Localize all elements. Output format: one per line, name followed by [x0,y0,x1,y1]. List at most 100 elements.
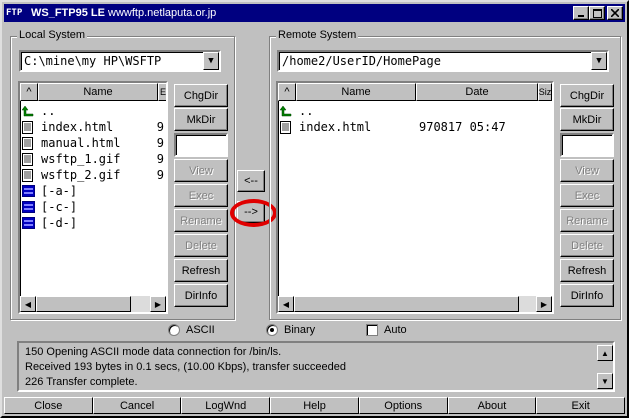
auto-mode-checkbox[interactable]: Auto [366,324,407,336]
local-hscroll-thumb[interactable] [36,296,131,312]
log-line: Received 193 bytes in 0.1 secs, (10.00 K… [25,361,347,373]
cancel-button[interactable]: Cancel [92,397,182,414]
local-delete-button[interactable]: Delete [174,234,228,257]
close-button[interactable]: Close [4,397,93,414]
local-hscroll[interactable]: ◀ ▶ [20,296,166,312]
local-col-size[interactable]: Ε [158,83,166,101]
local-path-combo[interactable]: C:\mine\my HP\WSFTP ▼ [19,50,221,72]
bottom-toolbar: Close Cancel LogWnd Help Options About E… [4,397,626,415]
local-refresh-button[interactable]: Refresh [174,259,228,282]
local-file-list[interactable]: ^ Name Ε .. index.html 9 manual.html 9 wsftp_… [18,81,168,314]
list-item[interactable]: wsftp_2.gif 9 [22,167,164,183]
remote-path-combo[interactable]: /home2/UserID/HomePage ▼ [277,50,609,72]
remote-rename-button[interactable]: Rename [560,209,614,232]
scroll-up-icon[interactable]: ▲ [597,345,613,361]
remote-path-value: /home2/UserID/HomePage [282,54,441,68]
file-icon [22,136,35,150]
log-line: 226 Transfer complete. [25,376,138,388]
list-item[interactable]: manual.html 9 [22,135,164,151]
up-folder-icon [21,105,35,118]
remote-col-sort[interactable]: ^ [278,83,296,101]
local-dirinfo-button[interactable]: DirInfo [174,284,228,307]
window-title: WS_FTP95 LE wwwftp.netlaputa.or.jp [31,7,216,19]
list-item[interactable]: [-d-] [22,215,164,231]
remote-col-date[interactable]: Date [416,83,538,101]
remote-mask-input[interactable] [560,133,614,157]
remote-delete-button[interactable]: Delete [560,234,614,257]
remote-view-button[interactable]: View [560,159,614,182]
transfer-to-remote-button[interactable]: --> [237,201,265,223]
exit-button[interactable]: Exit [536,397,626,414]
binary-mode-radio[interactable]: Binary [266,324,315,336]
file-size: 9 [156,120,164,134]
remote-col-size[interactable]: Siz [538,83,552,101]
scroll-left-icon[interactable]: ◀ [20,296,36,312]
log-vscroll[interactable]: ▲ ▼ [597,345,613,389]
log-panel[interactable]: 150 Opening ASCII mode data connection f… [17,341,615,392]
remote-dirinfo-button[interactable]: DirInfo [560,284,614,307]
local-view-button[interactable]: View [174,159,228,182]
minimize-icon [578,15,584,17]
binary-mode-label: Binary [284,324,316,336]
list-item[interactable]: .. [21,103,164,119]
remote-mkdir-button[interactable]: MkDir [560,108,614,131]
file-name: manual.html [41,136,121,150]
remote-file-list[interactable]: ^ Name Date Siz .. index.html 970817 05:47… [276,81,554,314]
ascii-mode-radio[interactable]: ASCII [168,324,215,336]
list-item[interactable]: [-c-] [22,199,164,215]
local-mkdir-button[interactable]: MkDir [174,108,228,131]
scroll-left-icon[interactable]: ◀ [278,296,294,312]
transfer-to-local-button[interactable]: <-- [237,170,265,192]
app-window: FTP WS_FTP95 LE wwwftp.netlaputa.or.jp L… [0,0,629,418]
app-icon: FTP [6,8,23,18]
drive-icon [22,200,35,214]
close-icon [611,9,619,17]
log-line: 150 Opening ASCII mode data connection f… [25,346,282,358]
maximize-button[interactable] [589,6,605,20]
remote-col-name[interactable]: Name [296,83,416,101]
list-item[interactable]: index.html 9 [22,119,164,135]
remote-hscroll[interactable]: ◀ ▶ [278,296,552,312]
file-size: 9 [156,136,164,150]
file-icon [280,120,293,134]
list-item[interactable]: [-a-] [22,183,164,199]
close-window-button[interactable] [607,6,623,20]
minimize-button[interactable] [573,6,589,20]
file-name: index.html [41,120,114,134]
file-name: [-d-] [41,216,78,230]
local-chgdir-button[interactable]: ChgDir [174,84,228,107]
remote-hscroll-thumb[interactable] [294,296,519,312]
ascii-mode-label: ASCII [186,324,215,336]
local-system-label: Local System [17,29,88,41]
options-button[interactable]: Options [358,397,448,414]
window-title-host: wwwftp.netlaputa.or.jp [108,7,217,19]
radio-on-icon [266,324,278,336]
file-icon [22,120,35,134]
logwnd-button[interactable]: LogWnd [181,397,271,414]
drive-icon [22,184,35,198]
remote-refresh-button[interactable]: Refresh [560,259,614,282]
remote-chgdir-button[interactable]: ChgDir [560,84,614,107]
local-col-name[interactable]: Name [38,83,158,101]
local-exec-button[interactable]: Exec [174,184,228,207]
help-button[interactable]: Help [270,397,359,414]
local-mask-input[interactable] [174,133,228,157]
local-col-sort[interactable]: ^ [20,83,38,101]
drive-icon [22,216,35,230]
file-icon [22,168,35,182]
radio-off-icon [168,324,180,336]
chevron-down-icon[interactable]: ▼ [203,52,219,70]
title-bar[interactable]: FTP WS_FTP95 LE wwwftp.netlaputa.or.jp [4,4,625,22]
local-rename-button[interactable]: Rename [174,209,228,232]
scroll-down-icon[interactable]: ▼ [597,373,613,389]
scroll-right-icon[interactable]: ▶ [150,296,166,312]
about-button[interactable]: About [447,397,537,414]
list-item[interactable]: wsftp_1.gif 9 [22,151,164,167]
chevron-down-icon[interactable]: ▼ [591,52,607,70]
list-item[interactable]: .. [279,103,550,119]
remote-exec-button[interactable]: Exec [560,184,614,207]
remote-system-label: Remote System [276,29,359,41]
list-item[interactable]: index.html 970817 05:47 [280,119,550,135]
file-name: wsftp_2.gif [41,168,121,182]
scroll-right-icon[interactable]: ▶ [536,296,552,312]
